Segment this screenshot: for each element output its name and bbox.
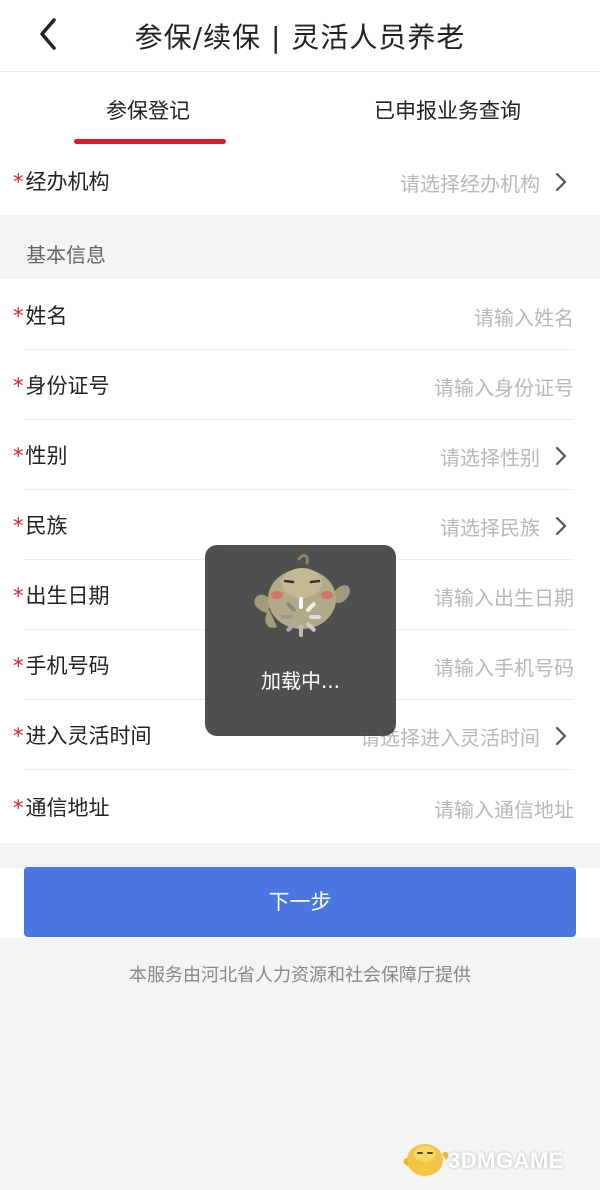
tab-bar: 参保登记 已申报业务查询 [0,73,600,147]
watermark: 3DMGAME [400,1134,590,1184]
divider [24,769,574,770]
agency-select[interactable]: *经办机构 请选择经办机构 [0,146,600,216]
spinner-icon [281,597,321,637]
id-number-placeholder: 请输入身份证号 [434,376,574,400]
ethnicity-placeholder: 请选择民族 [440,516,540,540]
loading-overlay: 加载中... [205,545,396,736]
gender-select[interactable]: *性别 请选择性别 [0,420,600,490]
watermark-text: 3DMGAME [448,1148,564,1173]
phone-placeholder: 请输入手机号码 [434,656,574,680]
ethnicity-label: *民族 [13,514,68,538]
id-number-field[interactable]: *身份证号 请输入身份证号 [0,350,600,420]
birth-date-label: *出生日期 [13,584,110,608]
chevron-right-icon [555,446,567,466]
gender-label: *性别 [13,444,68,468]
address-field[interactable]: *通信地址 请输入通信地址 [0,772,600,842]
section-header: 基本信息 [0,215,600,279]
phone-label: *手机号码 [13,654,110,678]
address-placeholder: 请输入通信地址 [434,798,574,822]
id-number-label: *身份证号 [13,374,110,398]
tab-registration[interactable]: 参保登记 [106,95,190,125]
name-field[interactable]: *姓名 请输入姓名 [0,280,600,350]
flexible-start-label: *进入灵活时间 [13,724,152,748]
loading-text: 加载中... [260,669,341,693]
chevron-right-icon [555,516,567,536]
next-step-button[interactable]: 下一步 [24,867,576,937]
name-label: *姓名 [13,304,68,328]
gender-placeholder: 请选择性别 [440,446,540,470]
chevron-right-icon [555,172,567,192]
tab-submitted-query[interactable]: 已申报业务查询 [374,95,521,125]
section-title: 基本信息 [26,243,106,267]
name-placeholder: 请输入姓名 [474,306,574,330]
active-tab-indicator [74,139,226,144]
header-bar: 参保/续保 | 灵活人员养老 [0,0,600,72]
chevron-right-icon [555,726,567,746]
provider-note: 本服务由河北省人力资源和社会保障厅提供 [129,965,471,986]
section-gap [0,843,600,868]
page-title: 参保/续保 | 灵活人员养老 [134,21,466,54]
agency-label: *经办机构 [13,170,110,194]
required-mark: * [13,170,24,194]
agency-placeholder: 请选择经办机构 [400,172,540,196]
address-label: *通信地址 [13,796,110,820]
mascot-icon [403,1144,449,1176]
birth-date-placeholder: 请输入出生日期 [434,586,574,610]
